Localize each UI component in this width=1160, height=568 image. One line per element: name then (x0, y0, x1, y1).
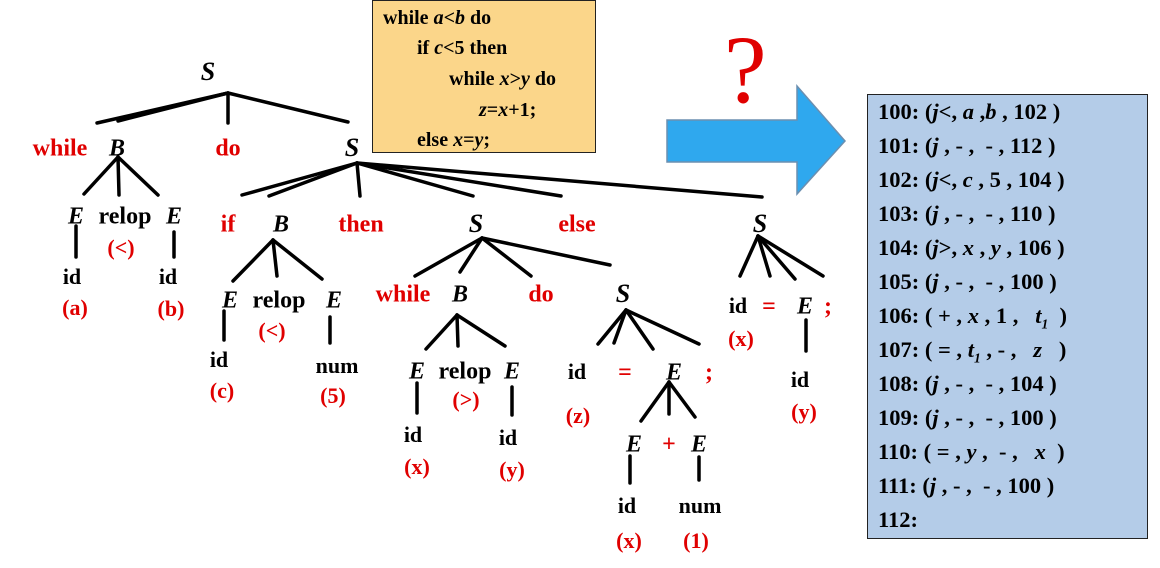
tree-node-then: then (338, 212, 383, 238)
tree-node-id-y1: id (499, 425, 517, 450)
tree-node-lt2: (<) (258, 318, 285, 343)
tree-node-id-x1: id (404, 422, 422, 447)
tree-node-e8: E (625, 432, 642, 458)
tree-edge (596, 308, 628, 346)
tree-node-e6: E (503, 359, 520, 385)
code-line-5: else x=y; (417, 129, 491, 151)
tree-node-id-y2: id (791, 367, 809, 392)
tree-node-one: (1) (683, 528, 709, 553)
tree-edge (667, 380, 697, 419)
quadruple-row: 103: (j , - , - , 110 ) (878, 201, 1056, 226)
tree-node-id-x2: id (618, 493, 636, 518)
tree-edge (82, 155, 120, 196)
tree-node-num1: num (679, 493, 722, 518)
tree-node-x3: (x) (728, 326, 754, 351)
source-code-box: while a<b do if c<5 then while x>y do z=… (372, 0, 596, 153)
tree-edge (639, 380, 671, 423)
tree-node-e4: E (325, 288, 342, 314)
quadruple-row: 111: (j , - , - , 100 ) (878, 473, 1055, 498)
quadruple-row: 101: (j , - , - , 112 ) (878, 133, 1056, 158)
tree-node-five: (5) (320, 383, 346, 408)
tree-edge (424, 313, 459, 351)
tree-node-x1: (x) (404, 454, 430, 479)
tree-node-e9: E (690, 432, 707, 458)
tree-node-plus: + (662, 432, 676, 458)
tree-node-b2: B (272, 212, 289, 238)
syntax-directed-translation-slide: Swhile Bdo S Erelop E (<) id (a) id (b) if Bthen Sel… (0, 0, 1160, 568)
tree-node-x2: (x) (616, 528, 642, 553)
tree-node-w2: while (376, 282, 431, 308)
tree-node-e5: E (408, 359, 425, 385)
tree-node-else: else (558, 212, 596, 238)
quadruple-row: 107: ( = , t1 , - , z ) (878, 337, 1067, 366)
tree-node-relop3: relop (439, 359, 492, 385)
tree-node-root: S (201, 57, 215, 86)
code-line-1: while a<b do (383, 7, 492, 29)
tree-node-s1: S (345, 133, 359, 162)
tree-node-s3: S (753, 209, 767, 238)
tree-node-y1: (y) (499, 457, 525, 482)
tree-node-c: (c) (210, 378, 234, 403)
tree-node-e10: E (796, 294, 813, 320)
quadruple-row: 102: (j<, c , 5 , 104 ) (878, 167, 1065, 192)
tree-edge (271, 238, 324, 281)
tree-node-semi2: ; (824, 294, 832, 320)
code-line-3: while x>y do (449, 68, 556, 90)
tree-node-e7: E (665, 360, 682, 386)
tree-node-if: if (221, 212, 237, 238)
tree-edge (455, 313, 507, 348)
tree-node-relop2: relop (253, 288, 306, 314)
tree-node-do2: do (528, 282, 553, 308)
tree-edge (267, 161, 359, 198)
tree-node-id-b: id (159, 264, 177, 289)
tree-edge (231, 238, 275, 283)
tree-edge (355, 161, 362, 198)
tree-edge (226, 91, 350, 124)
code-line-2: if c<5 then (417, 37, 508, 59)
tree-node-id-a: id (63, 264, 81, 289)
quadruple-row: 112: (878, 507, 919, 532)
tree-node-s4: S (616, 279, 630, 308)
tree-edge (116, 91, 230, 123)
question-mark: ? (724, 16, 767, 123)
quadruples-box: 100: (j<, a ,b , 102 ) 101: (j , - , - ,… (867, 94, 1148, 539)
tree-node-gt: (>) (452, 387, 479, 412)
tree-node-b3: B (451, 282, 468, 308)
tree-edge (116, 155, 160, 197)
tree-edge (271, 238, 279, 278)
tree-node-b1: B (108, 136, 125, 162)
tree-node-id-x3: id (729, 293, 747, 318)
tree-node-id-c: id (210, 347, 228, 372)
tree-edge (455, 313, 460, 348)
tree-node-y2: (y) (791, 399, 817, 424)
tree-node-semi1: ; (705, 360, 713, 386)
quadruple-row: 109: (j , - , - , 100 ) (878, 405, 1057, 430)
tree-node-z: (z) (566, 403, 590, 428)
tree-node-e2: E (165, 204, 182, 230)
tree-node-b: (b) (158, 296, 185, 321)
quadruple-row: 104: (j>, x , y , 106 ) (878, 235, 1065, 260)
tree-node-e1: E (67, 204, 84, 230)
tree-node-a: (a) (62, 295, 88, 320)
quadruple-row: 100: (j<, a ,b , 102 ) (878, 99, 1061, 124)
quadruple-row: 105: (j , - , - , 100 ) (878, 269, 1057, 294)
tree-node-s2: S (469, 209, 483, 238)
tree-node-relop1: relop (99, 204, 152, 230)
tree-node-do1: do (215, 136, 240, 162)
code-line-4: z=x+1; (479, 99, 537, 121)
tree-edge (738, 234, 760, 278)
tree-edge (413, 236, 484, 278)
quadruple-row: 108: (j , - , - , 104 ) (878, 371, 1057, 396)
tree-edge (116, 155, 121, 197)
tree-node-id-z: id (568, 359, 586, 384)
tree-node-eq1: = (618, 360, 632, 386)
quadruple-row: 106: ( + , x , 1 , t1 ) (878, 303, 1067, 332)
tree-node-w1: while (33, 136, 88, 162)
tree-node-e3: E (221, 288, 238, 314)
tree-node-lt1: (<) (107, 235, 134, 260)
quadruple-row: 110: ( = , y , - , x ) (878, 439, 1065, 464)
tree-node-num5: num (316, 353, 359, 378)
tree-node-eq2: = (762, 294, 776, 320)
